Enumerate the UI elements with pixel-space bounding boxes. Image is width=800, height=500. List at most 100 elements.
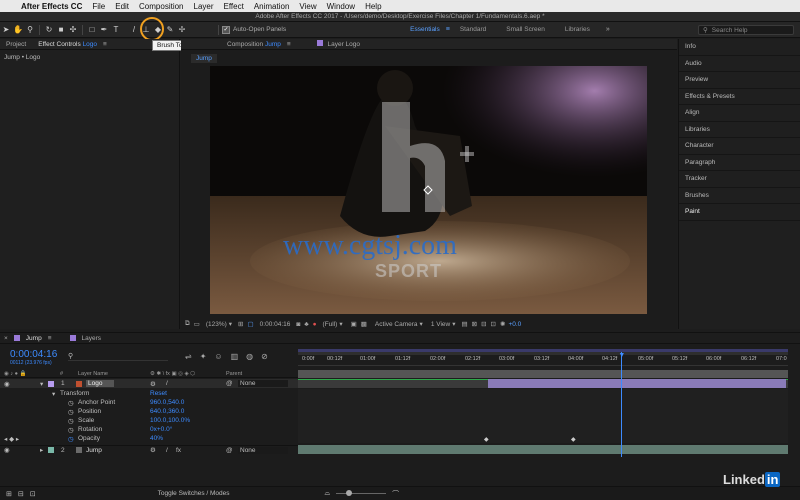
stopwatch-active-icon[interactable]: ◷	[68, 435, 74, 443]
parent-pickwhip-icon[interactable]: @	[226, 447, 233, 454]
layer-name-logo[interactable]: Logo	[86, 380, 115, 387]
hand-tool-icon[interactable]: ✋	[12, 24, 24, 36]
selection-tool-icon[interactable]: ➤	[0, 24, 12, 36]
col-parent[interactable]: Parent	[226, 371, 242, 377]
stopwatch-icon[interactable]: ◷	[68, 408, 74, 416]
viewer-timecode[interactable]: 0:00:04:16	[260, 321, 291, 328]
menu-window[interactable]: Window	[322, 2, 360, 11]
prop-rotation-value[interactable]: 0x+0.0°	[150, 426, 172, 433]
menu-app-name[interactable]: After Effects CC	[16, 2, 87, 11]
menu-animation[interactable]: Animation	[249, 2, 295, 11]
tab-timeline-layers[interactable]: Layers	[76, 335, 108, 342]
zoom-in-icon[interactable]: ⌒	[392, 489, 399, 499]
draft-3d-icon[interactable]: ✦	[200, 352, 207, 361]
stopwatch-icon[interactable]: ◷	[68, 399, 74, 407]
graph-editor-icon[interactable]: ⊘	[261, 352, 268, 361]
transform-group-row[interactable]: ▾ Transform Reset	[0, 389, 298, 398]
menu-effect[interactable]: Effect	[219, 2, 249, 11]
grid-icon[interactable]: ⊞	[238, 320, 243, 328]
panel-libraries[interactable]: Libraries	[679, 122, 800, 138]
prop-opacity-value[interactable]: 40%	[150, 435, 163, 442]
workspace-small-screen[interactable]: Small Screen	[506, 26, 545, 33]
timeline-zoom-slider-handle[interactable]	[346, 490, 353, 496]
quality-switch-icon[interactable]: /	[166, 447, 168, 454]
roto-brush-tool-icon[interactable]: ✎	[164, 24, 176, 36]
resolution-dropdown[interactable]: (Full)	[323, 321, 338, 328]
layer-name-jump[interactable]: Jump	[86, 447, 102, 454]
transform-reset-link[interactable]: Reset	[150, 390, 167, 397]
workspace-essentials[interactable]: Essentials	[410, 26, 440, 33]
prop-scale-value[interactable]: 100.0,100.0%	[150, 417, 190, 424]
panel-menu-icon[interactable]: ≡	[103, 41, 107, 48]
shy-icon[interactable]: ☺	[214, 352, 222, 361]
search-help-input[interactable]: ⚲ Search Help	[698, 25, 794, 35]
panel-tracker[interactable]: Tracker	[679, 171, 800, 188]
flowchart-icon[interactable]: ⊡	[491, 320, 496, 328]
label-color-swatch[interactable]	[48, 447, 54, 453]
transform-expand-icon[interactable]: ▾	[52, 390, 55, 398]
timeline-icon[interactable]: ⊟	[481, 320, 486, 328]
menu-edit[interactable]: Edit	[110, 2, 134, 11]
type-tool-icon[interactable]: T	[110, 24, 122, 36]
logo-layer-bar[interactable]	[488, 379, 786, 388]
shy-switch-icon[interactable]: ⚙	[150, 446, 156, 454]
workspace-libraries[interactable]: Libraries	[565, 26, 590, 33]
snapshot-camera-icon[interactable]: ◙	[296, 321, 300, 328]
tab-project[interactable]: Project	[0, 41, 32, 48]
stopwatch-icon[interactable]: ◷	[68, 426, 74, 434]
label-color-swatch[interactable]	[48, 380, 54, 387]
pan-behind-tool-icon[interactable]: ✣	[67, 24, 79, 36]
workspace-overflow-icon[interactable]: »	[606, 26, 610, 33]
time-ruler[interactable]: 0:00f 00:12f 01:00f 01:12f 02:00f 02:12f…	[298, 356, 788, 366]
menu-composition[interactable]: Composition	[134, 2, 188, 11]
workspace-standard[interactable]: Standard	[460, 26, 486, 33]
prop-position-value[interactable]: 640.0,360.0	[150, 408, 184, 415]
menu-file[interactable]: File	[87, 2, 110, 11]
channel-icon[interactable]: ●	[313, 321, 317, 328]
camera-tool-icon[interactable]: ■	[55, 24, 67, 36]
frame-blending-icon[interactable]: ▥	[231, 352, 239, 361]
shy-switch-icon[interactable]: ⚙	[150, 380, 156, 388]
visibility-eye-icon[interactable]: ◉	[4, 446, 10, 454]
layer-row-jump[interactable]: ◉ ▸ 2 Jump ⚙ / fx @ None	[0, 445, 298, 454]
prop-anchor-point-value[interactable]: 960.0,540.0	[150, 399, 184, 406]
tab-composition[interactable]: Composition Jump	[221, 41, 287, 48]
layer-row-logo[interactable]: ◉ ▾ 1 Logo ⚙ / @ None	[0, 379, 298, 388]
exposure-value[interactable]: +0.0	[508, 321, 521, 328]
opacity-keyframe-2[interactable]: ◆	[571, 436, 576, 443]
zoom-tool-icon[interactable]: ⚲	[24, 24, 36, 36]
panel-brushes[interactable]: Brushes	[679, 188, 800, 204]
timeline-search-input[interactable]: ⚲	[68, 352, 168, 361]
motion-blur-icon[interactable]: ◍	[246, 352, 253, 361]
expand-arrow-icon[interactable]: ▾	[40, 380, 43, 388]
region-of-interest-icon[interactable]: ▣	[351, 320, 357, 328]
tab-layer[interactable]: Layer Logo	[311, 40, 366, 48]
zoom-out-icon[interactable]: ⌓	[325, 490, 331, 498]
auto-open-checkbox[interactable]: ✓	[222, 25, 230, 34]
exposure-icon[interactable]: ✺	[500, 320, 505, 328]
col-layer-name[interactable]: Layer Name	[78, 371, 108, 377]
opacity-keyframe-1[interactable]: ◆	[484, 436, 489, 443]
panel-audio[interactable]: Audio	[679, 56, 800, 72]
zoom-dropdown[interactable]: (123%)	[206, 321, 227, 328]
stopwatch-icon[interactable]: ◷	[68, 417, 74, 425]
transfer-controls-footer-icon[interactable]: ⊡	[30, 490, 36, 498]
jump-layer-bar[interactable]	[298, 445, 788, 454]
monitor-icon[interactable]: ▭	[194, 320, 200, 328]
view-layout-dropdown[interactable]: 1 View	[431, 321, 450, 328]
work-area-range[interactable]	[298, 349, 788, 352]
camera-dropdown[interactable]: Active Camera	[375, 321, 418, 328]
mask-icon[interactable]: ▢	[248, 320, 254, 328]
puppet-pin-tool-icon[interactable]: ✢	[176, 24, 188, 36]
timeline-zoom-slider[interactable]	[336, 490, 387, 496]
close-tab-icon[interactable]: ×	[4, 335, 8, 342]
panel-paint[interactable]: Paint	[679, 204, 800, 221]
quality-switch-icon[interactable]: /	[166, 380, 168, 387]
toggle-pixel-icon[interactable]: ▤	[461, 320, 467, 328]
menu-layer[interactable]: Layer	[189, 2, 219, 11]
timeline-timecode[interactable]: 0:00:04:16	[10, 349, 57, 360]
panel-info[interactable]: Info	[679, 39, 800, 56]
panel-character[interactable]: Character	[679, 138, 800, 155]
tab-effect-controls[interactable]: Effect Controls Logo	[32, 41, 103, 48]
fast-preview-icon[interactable]: ⊠	[472, 320, 477, 328]
